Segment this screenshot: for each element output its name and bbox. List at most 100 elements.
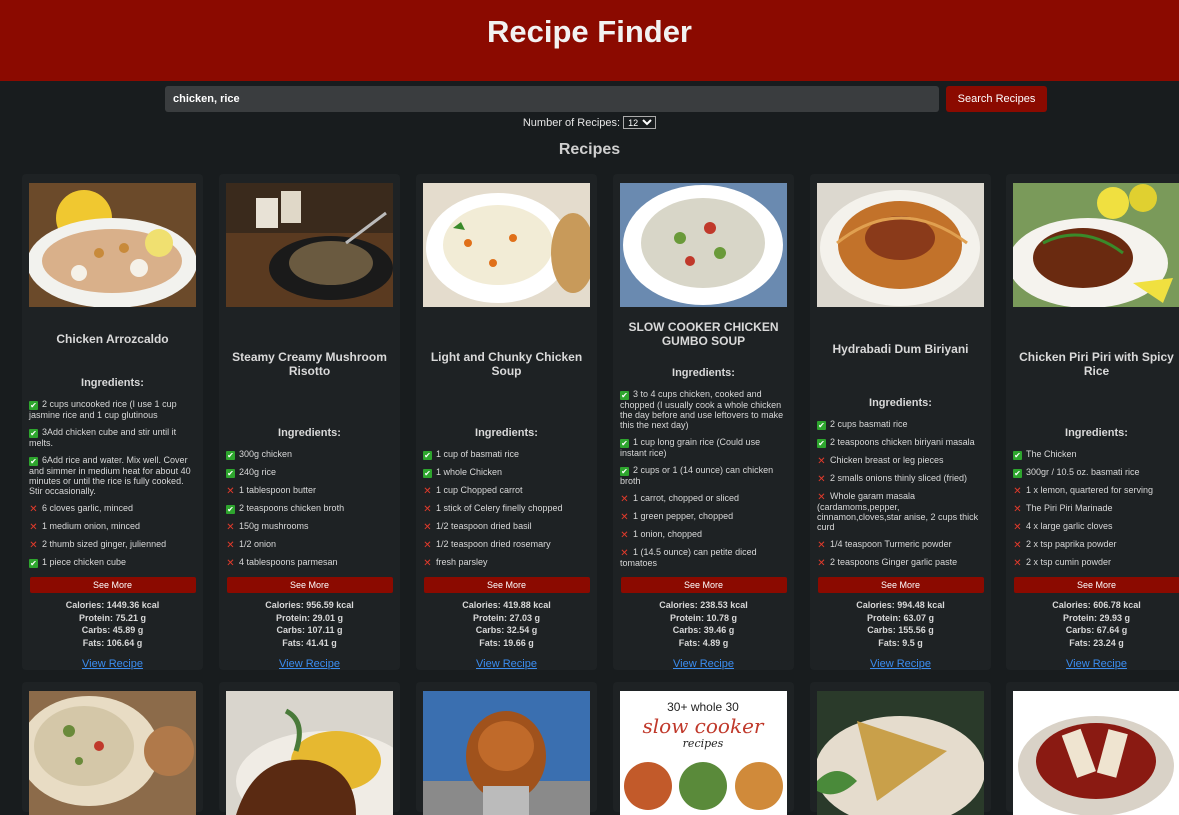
recipe-image[interactable] [226, 183, 393, 307]
ingredient-text: 4 tablespoons parmesan [239, 557, 338, 567]
ingredient-text: 6 cloves garlic, minced [42, 503, 133, 513]
check-icon: ✔ [620, 439, 629, 448]
cross-icon: ✕ [29, 505, 38, 514]
ingredient-item: ✕ 2 smalls onions thinly sliced (fried) [817, 473, 984, 484]
recipe-image[interactable] [1013, 183, 1179, 307]
nutrition-calories: Calories: 956.59 kcal [265, 599, 354, 612]
page-title: Recipe Finder [0, 14, 1179, 50]
ingredient-item: ✕fresh parsley [423, 557, 590, 568]
ingredient-item: ✕4 x large garlic cloves [1013, 521, 1179, 532]
cross-icon: ✕ [817, 475, 826, 484]
ingredient-item: ✕1 carrot, chopped or sliced [620, 493, 787, 504]
recipe-title: Chicken Piri Piri with Spicy Rice [1006, 307, 1179, 421]
ingredient-item: ✕1 stick of Celery finelly chopped [423, 503, 590, 514]
ingredient-item: ✕150g mushrooms [226, 521, 393, 532]
see-more-button[interactable]: See More [621, 577, 787, 593]
ingredient-item: ✕Whole garam masala (cardamoms,pepper, c… [817, 491, 984, 532]
ingredient-item: ✕1/2 teaspoon dried basil [423, 521, 590, 532]
nutrition-protein: Protein: 27.03 g [462, 612, 551, 625]
cross-icon: ✕ [1013, 505, 1022, 514]
check-icon: ✔ [29, 559, 38, 568]
view-recipe-link[interactable]: View Recipe [673, 658, 734, 670]
nutrition-fats: Fats: 19.66 g [462, 637, 551, 650]
view-recipe-link[interactable]: View Recipe [82, 658, 143, 670]
ingredient-text: 2 smalls onions thinly sliced (fried) [830, 473, 967, 483]
search-input[interactable] [165, 86, 939, 112]
recipe-image[interactable] [620, 183, 787, 307]
recipe-image[interactable] [817, 691, 984, 815]
view-recipe-link[interactable]: View Recipe [870, 658, 931, 670]
nutrition-calories: Calories: 994.48 kcal [856, 599, 945, 612]
ingredient-item: ✔300gr / 10.5 oz. basmati rice [1013, 467, 1179, 478]
ingredient-item: ✕1/2 teaspoon dried rosemary [423, 539, 590, 550]
ingredient-item: ✕1 cup Chopped carrot [423, 485, 590, 496]
cross-icon: ✕ [817, 457, 826, 466]
recipe-count-select[interactable]: 12 [623, 116, 656, 129]
ingredient-text: Whole garam masala (cardamoms,pepper, ci… [817, 491, 978, 532]
cross-icon: ✕ [226, 487, 235, 496]
nutrition-fats: Fats: 4.89 g [659, 637, 748, 650]
ingredient-item: ✔ 300g chicken [226, 449, 393, 460]
ingredient-item: ✕4 tablespoons parmesan [226, 557, 393, 568]
cross-icon: ✕ [29, 523, 38, 532]
see-more-button[interactable]: See More [424, 577, 590, 593]
view-recipe-link[interactable]: View Recipe [476, 658, 537, 670]
see-more-button[interactable]: See More [1014, 577, 1179, 593]
recipe-image[interactable] [423, 691, 590, 815]
ingredient-item: ✔The Chicken [1013, 449, 1179, 460]
ingredient-text: 4 x large garlic cloves [1026, 521, 1113, 531]
banner-line-2: slow cooker [643, 714, 765, 738]
recipe-card [810, 682, 991, 812]
ingredient-item: ✕1 green pepper, chopped [620, 511, 787, 522]
see-more-button[interactable]: See More [818, 577, 984, 593]
recipe-card [219, 682, 400, 812]
ingredient-list: ✔The Chicken ✔300gr / 10.5 oz. basmati ri… [1013, 449, 1179, 575]
nutrition-summary: Calories: 994.48 kcalProtein: 63.07 gCar… [856, 599, 945, 649]
ingredient-text: 300g chicken [239, 449, 292, 459]
ingredient-item: ✕2 thumb sized ginger, julienned [29, 539, 196, 550]
search-button[interactable]: Search Recipes [946, 86, 1047, 112]
ingredient-list: ✔1 cup of basmati rice✔1 whole Chicken✕1… [423, 449, 590, 575]
recipe-card [1006, 682, 1179, 812]
ingredient-text: 2 teaspoons Ginger garlic paste [830, 557, 957, 567]
nutrition-summary: Calories: 419.88 kcalProtein: 27.03 gCar… [462, 599, 551, 649]
check-icon: ✔ [817, 439, 826, 448]
recipe-card: Chicken ArrozcaldoIngredients:✔2 cups un… [22, 174, 203, 670]
recipe-image[interactable]: 30+ whole 30 slow cooker recipes [620, 691, 787, 815]
ingredient-item: ✔2 cups uncooked rice (I use 1 cup jasmi… [29, 399, 196, 420]
recipe-image[interactable] [1013, 691, 1179, 815]
recipe-image[interactable] [423, 183, 590, 307]
ingredient-text: 1/4 teaspoon Turmeric powder [830, 539, 952, 549]
ingredient-text: 2 x tsp cumin powder [1026, 557, 1111, 567]
check-icon: ✔ [29, 401, 38, 410]
ingredient-item: ✕2 teaspoons Ginger garlic paste [817, 557, 984, 568]
ingredient-item: ✔1 cup of basmati rice [423, 449, 590, 460]
cross-icon: ✕ [620, 513, 629, 522]
nutrition-carbs: Carbs: 32.54 g [462, 624, 551, 637]
ingredient-text: Chicken breast or leg pieces [830, 455, 944, 465]
recipe-image[interactable] [29, 183, 196, 307]
recipe-image[interactable] [29, 691, 196, 815]
check-icon: ✔ [226, 505, 235, 514]
recipe-image[interactable] [226, 691, 393, 815]
ingredient-text: 1 piece chicken cube [42, 557, 126, 567]
ingredient-text: 240g rice [239, 467, 276, 477]
view-recipe-link[interactable]: View Recipe [279, 658, 340, 670]
ingredient-text: The Piri Piri Marinade [1026, 503, 1113, 513]
nutrition-carbs: Carbs: 67.64 g [1052, 624, 1141, 637]
see-more-button[interactable]: See More [227, 577, 393, 593]
recipe-card: Hydrabadi Dum BiriyaniIngredients:✔2 cup… [810, 174, 991, 670]
view-recipe-link[interactable]: View Recipe [1066, 658, 1127, 670]
ingredient-list: ✔ 300g chicken ✔ 240g rice ✕1 tablespoon but… [226, 449, 393, 575]
ingredient-item: ✔2 teaspoons chicken broth [226, 503, 393, 514]
nutrition-protein: Protein: 63.07 g [856, 612, 945, 625]
ingredient-list: ✔3 to 4 cups chicken, cooked and chopped… [620, 389, 787, 575]
nutrition-carbs: Carbs: 107.11 g [265, 624, 354, 637]
cross-icon: ✕ [423, 541, 432, 550]
see-more-button[interactable]: See More [30, 577, 196, 593]
recipe-image[interactable] [817, 183, 984, 307]
check-icon: ✔ [226, 451, 235, 460]
ingredient-item: ✕1 tablespoon butter [226, 485, 393, 496]
cross-icon: ✕ [1013, 541, 1022, 550]
cross-icon: ✕ [620, 531, 629, 540]
